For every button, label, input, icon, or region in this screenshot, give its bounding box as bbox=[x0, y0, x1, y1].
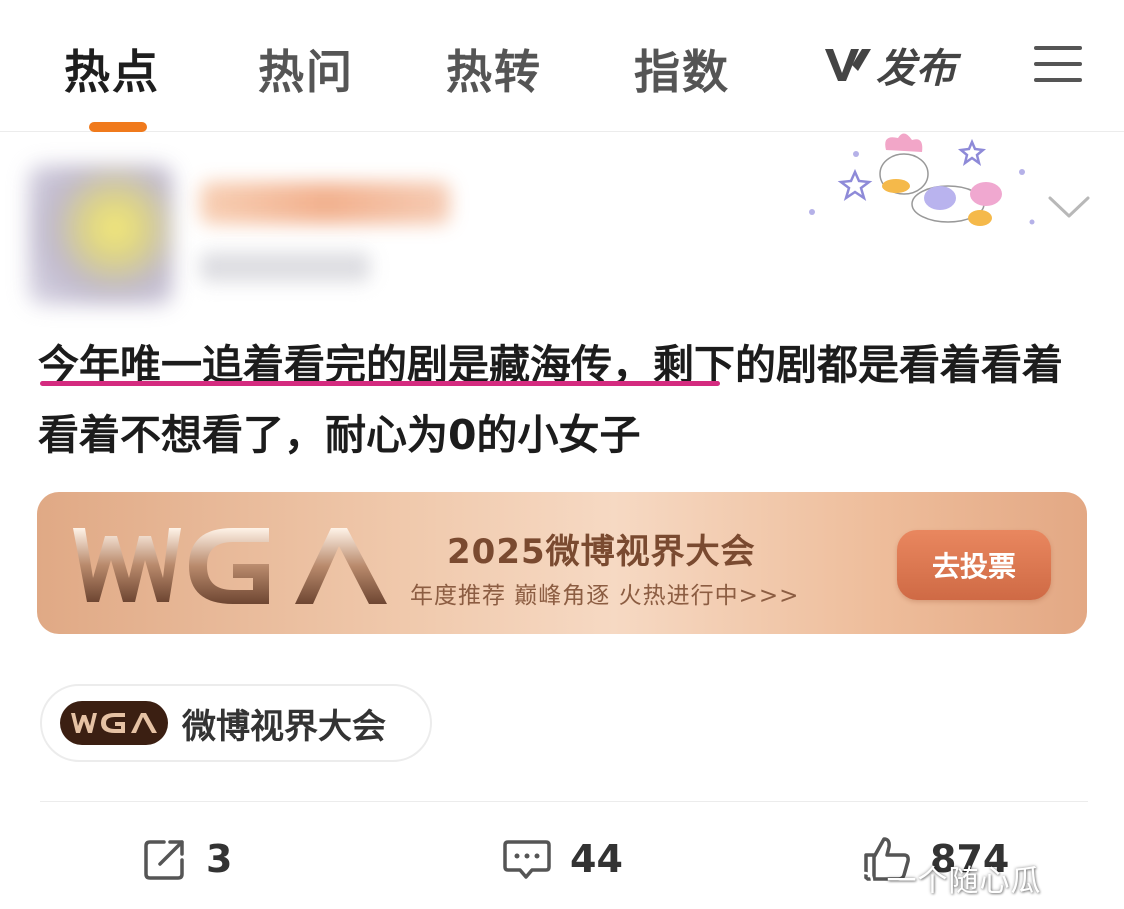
comment-icon bbox=[503, 840, 551, 879]
avatar[interactable] bbox=[28, 165, 173, 305]
highlight-underline bbox=[40, 381, 720, 386]
post-body: 今年唯一追着看完的剧是藏海传，剩下的剧都是看着看着看着不想看了，耐心为0的小女子 bbox=[38, 330, 1088, 470]
topic-label: 微博视界大会 bbox=[182, 706, 386, 747]
banner-subtitle: 年度推荐 巅峰角逐 火热进行中>>> bbox=[410, 583, 800, 609]
top-tab-bar: 热点 热问 热转 指数 发布 bbox=[0, 0, 1124, 132]
repost-count: 3 bbox=[206, 837, 233, 881]
topic-chip[interactable]: 微博视界大会 bbox=[40, 684, 432, 762]
tab-hot-questions[interactable]: 热问 bbox=[258, 36, 354, 102]
repost-button[interactable]: 3 bbox=[142, 834, 232, 884]
post-meta-blurred bbox=[200, 252, 370, 282]
tab-hot-reposts[interactable]: 热转 bbox=[446, 36, 542, 102]
publish-button[interactable]: 发布 bbox=[822, 40, 956, 92]
wga-banner[interactable]: 2025微博视界大会 年度推荐 巅峰角逐 火热进行中>>> 去投票 bbox=[37, 492, 1087, 634]
wga-small-logo-mark bbox=[71, 713, 157, 733]
weibo-watermark-icon bbox=[838, 871, 874, 896]
comment-button[interactable]: 44 bbox=[502, 834, 623, 884]
hamburger-menu-icon[interactable] bbox=[1034, 46, 1082, 82]
repost-icon bbox=[144, 840, 184, 880]
username-blurred[interactable] bbox=[200, 182, 450, 224]
comment-count: 44 bbox=[570, 837, 623, 881]
action-divider bbox=[40, 801, 1088, 802]
tab-hot[interactable]: 热点 bbox=[64, 36, 160, 102]
watermark-text: 一个随心瓜 bbox=[886, 864, 1042, 899]
vote-button[interactable]: 去投票 bbox=[897, 530, 1051, 600]
banner-title: 2025微博视界大会 bbox=[447, 532, 756, 572]
tab-index[interactable]: 指数 bbox=[634, 36, 730, 102]
chevron-down-icon[interactable] bbox=[1046, 192, 1092, 222]
wga-small-logo bbox=[60, 701, 168, 745]
duck-sticker-decoration bbox=[809, 133, 1035, 226]
active-tab-indicator bbox=[89, 122, 147, 132]
publish-label: 发布 bbox=[876, 46, 956, 92]
wga-logo bbox=[73, 528, 387, 604]
watermark: 一个随心瓜 bbox=[838, 856, 1042, 900]
v-logo-icon bbox=[825, 49, 871, 81]
